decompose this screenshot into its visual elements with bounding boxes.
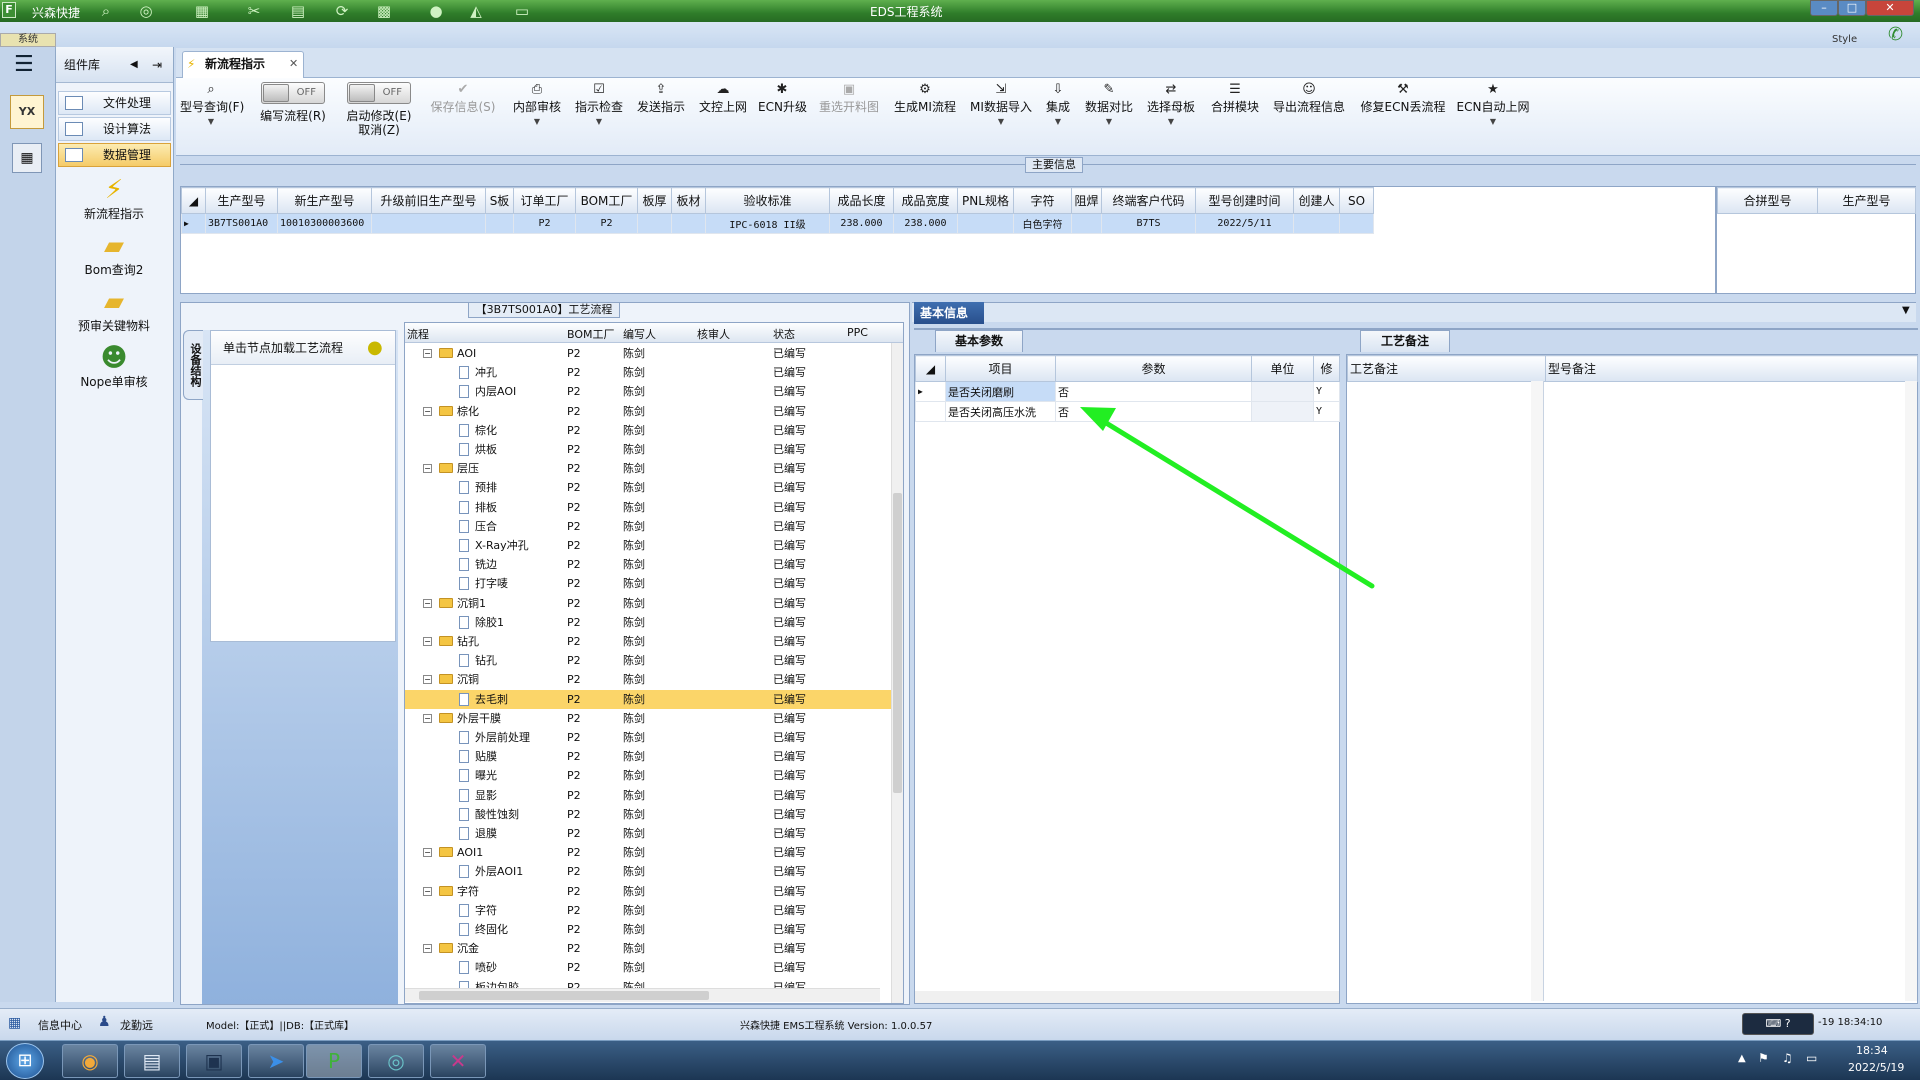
windows-grid-icon[interactable]: ▦: [8, 1015, 21, 1031]
shell-app-icon[interactable]: ◉: [62, 1044, 118, 1078]
user-icon: ♟: [98, 1014, 111, 1030]
clock-date[interactable]: 2022/5/19: [1848, 1061, 1904, 1074]
x-app-icon[interactable]: ✕: [430, 1044, 486, 1078]
status-datetime: -19 18:34:10: [1818, 1017, 1883, 1028]
clock-time[interactable]: 18:34: [1856, 1044, 1888, 1057]
document-app-icon[interactable]: ▤: [124, 1044, 180, 1078]
annotation-arrow: [1080, 407, 1375, 589]
start-button[interactable]: ⊞: [6, 1043, 44, 1079]
user-name: 龙勤远: [120, 1019, 153, 1032]
network-icon[interactable]: ▭: [1806, 1051, 1817, 1065]
info-center-label[interactable]: 信息中心: [38, 1017, 82, 1033]
volume-icon[interactable]: ♫: [1782, 1051, 1793, 1065]
save-app-icon[interactable]: ▣: [186, 1044, 242, 1078]
flag-icon[interactable]: ⚑: [1758, 1051, 1769, 1065]
tray-arrow-icon[interactable]: ▲: [1738, 1053, 1746, 1064]
model-db-info: Model:【正式】||DB:【正式库】: [206, 1021, 355, 1032]
app-version-info: 兴森快捷 EMS工程系统 Version: 1.0.0.57: [740, 1021, 933, 1032]
taskbar: ⊞ ◉ ▤ ▣ ➤ P ◎ ✕ ▲ ⚑ ♫ ▭ 18:34 2022/5/19: [0, 1040, 1920, 1080]
status-bar: ▦ 信息中心 ♟ 龙勤远 Model:【正式】||DB:【正式库】 兴森快捷 E…: [0, 1008, 1920, 1040]
eye-app-icon[interactable]: ◎: [368, 1044, 424, 1078]
bird-app-icon[interactable]: ➤: [248, 1044, 304, 1078]
keyboard-icon[interactable]: ⌨ ?: [1742, 1013, 1814, 1035]
eds-app-icon[interactable]: P: [306, 1044, 362, 1078]
